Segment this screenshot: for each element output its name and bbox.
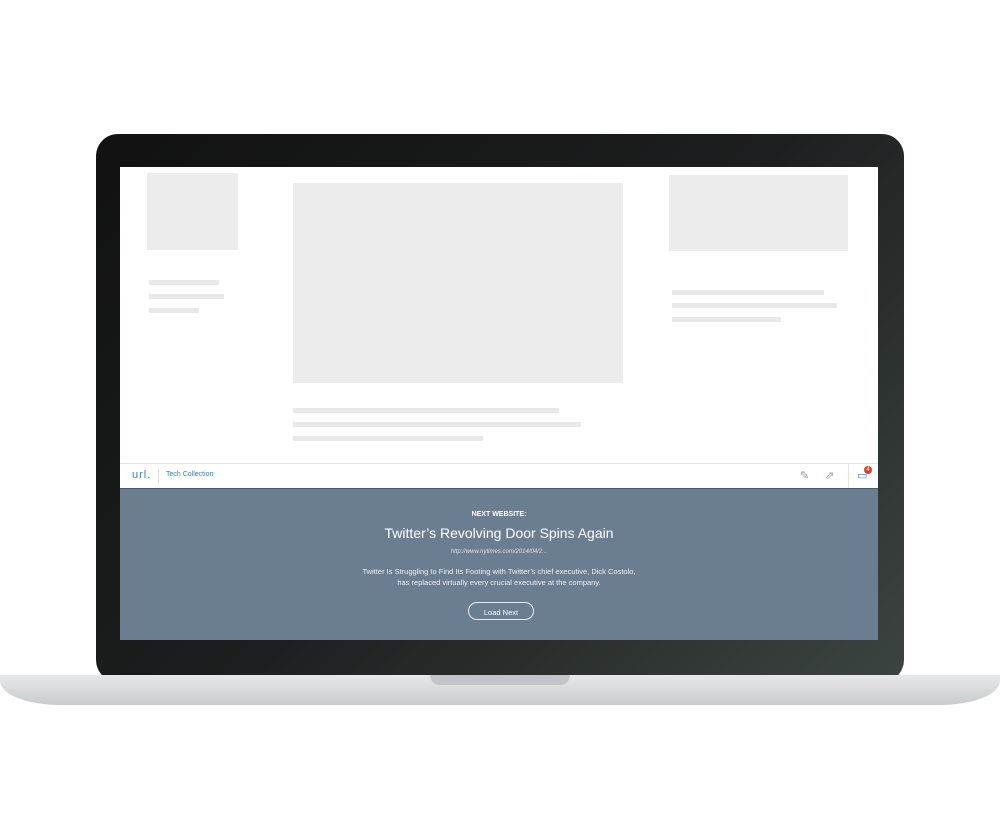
placeholder-line (672, 317, 781, 322)
toolbar: url. Tech Collection ✎ ⇗ ▭ 4 (120, 463, 878, 490)
collection-link[interactable]: Tech Collection (166, 471, 213, 478)
placeholder-line (149, 280, 219, 285)
placeholder-image-left (147, 173, 238, 250)
pencil-icon[interactable]: ✎ (800, 469, 809, 482)
laptop-screen: url. Tech Collection ✎ ⇗ ▭ 4 NEXT WEBSIT… (120, 167, 878, 640)
placeholder-line (672, 303, 837, 308)
placeholder-image-right (669, 175, 848, 251)
next-website-label: NEXT WEBSITE: (471, 511, 527, 518)
next-website-url[interactable]: http://www.nytimes.com/2014/04/2... (120, 549, 878, 555)
placeholder-line (293, 408, 559, 413)
notification-badge: 4 (864, 466, 872, 474)
divider (848, 464, 849, 488)
placeholder-line (149, 308, 199, 313)
placeholder-image-center (293, 183, 623, 383)
placeholder-line (293, 436, 483, 441)
next-website-description: Twitter Is Struggling to Find Its Footin… (362, 567, 636, 587)
laptop-notch (430, 675, 570, 685)
next-website-panel: NEXT WEBSITE: Twitter’s Revolving Door S… (120, 489, 878, 640)
placeholder-line (672, 290, 824, 295)
logo[interactable]: url. (132, 469, 151, 481)
placeholder-line (149, 294, 224, 299)
placeholder-line (293, 422, 581, 427)
load-next-button[interactable]: Load Next (468, 602, 534, 620)
next-website-title[interactable]: Twitter’s Revolving Door Spins Again (120, 525, 878, 541)
share-icon[interactable]: ⇗ (825, 469, 834, 482)
divider (158, 469, 159, 483)
